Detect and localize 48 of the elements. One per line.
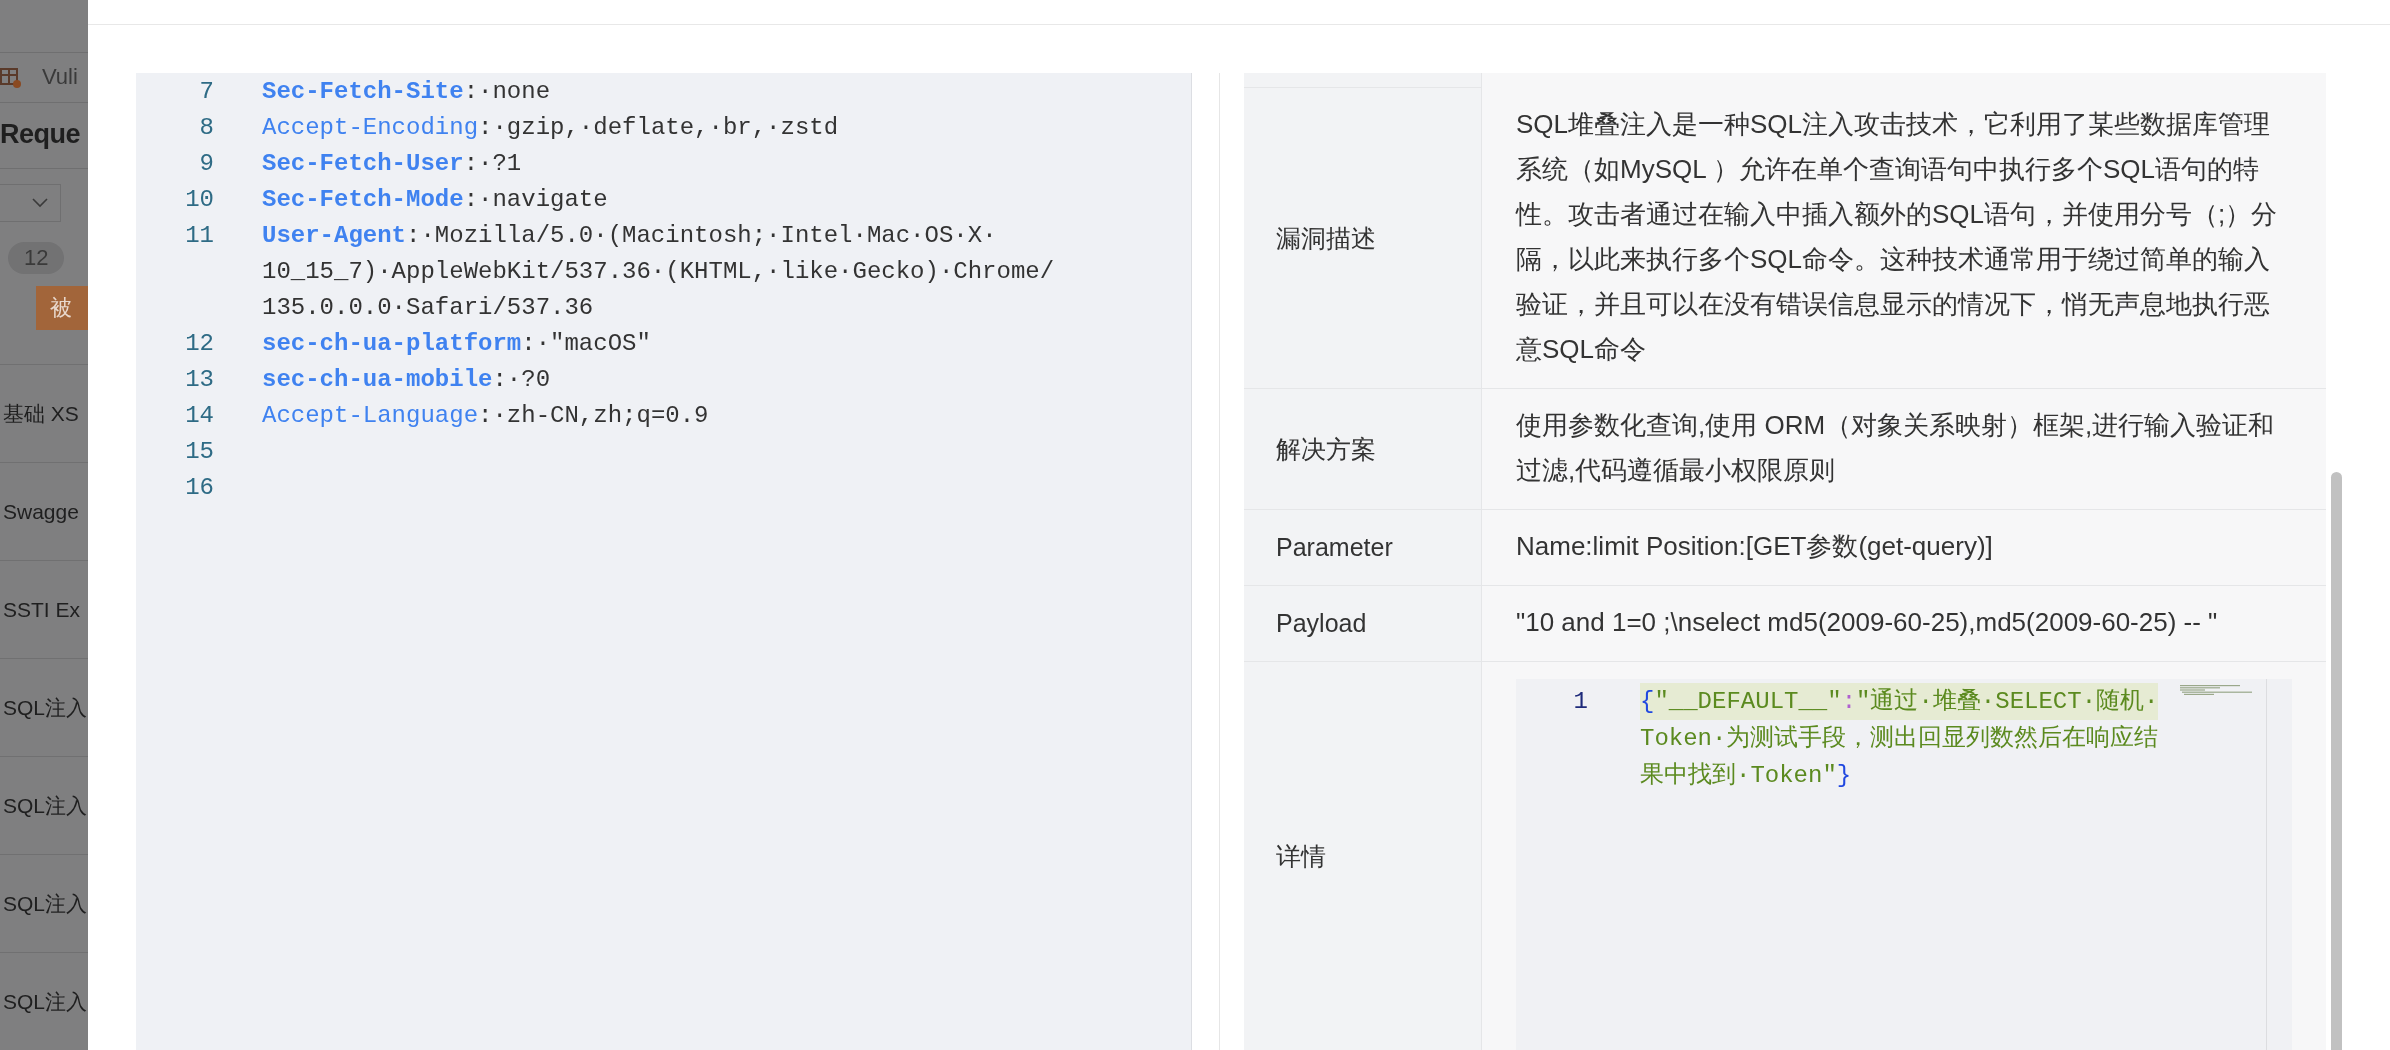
code-line: Accept-Language:·zh-CN,zh;q=0.9 [262, 401, 709, 429]
row-label: 解决方案 [1276, 433, 1376, 465]
row-label: 漏洞描述 [1276, 222, 1376, 254]
line-number: 15 [184, 437, 214, 465]
code-editor[interactable]: 1 {"__DEFAULT__":"通过·堆叠·SELECT·随机· Token·为测试手段，测出回显列数然后在响应结 果中找到·Token"} [1516, 679, 2292, 1050]
code-line: sec-ch-ua-mobile:·?0 [262, 365, 551, 393]
line-number: 16 [184, 473, 214, 501]
table-icon[interactable] [0, 66, 22, 89]
scrollbar[interactable] [2331, 472, 2342, 1050]
row-label: Payload [1276, 609, 1367, 638]
code-editor[interactable] [136, 73, 1192, 1050]
line-number: 13 [184, 365, 214, 393]
list-item[interactable]: Swagge [3, 499, 79, 524]
page-size-select[interactable]: 12 [8, 242, 65, 274]
dropdown[interactable] [0, 183, 61, 222]
line-number: 1 [1572, 687, 1588, 717]
list-item[interactable]: SQL注入 [3, 987, 88, 1016]
tab-button[interactable]: 被 [36, 286, 88, 330]
list-item[interactable]: SQL注入 [3, 889, 88, 918]
line-number: 8 [198, 113, 214, 141]
code-line: Sec-Fetch-User:·?1 [262, 149, 522, 177]
line-number: 10 [184, 185, 214, 213]
row-value: Name:limit Position:[GET参数(get-query)] [1516, 530, 1994, 563]
row-value: SQL堆叠注入是一种SQL注入攻击技术，它利用了某些数据库管理系统（如MySQL ）允许在单个查询语句中执行多个SQL语句的特性。攻击者通过在输入中插入额外的SQL语句，并使用分号（;）分隔，以此来执行多个SQL命令。这种技术通常用于绕过简单的输入验证，并且可以在没有错误信息显示的情况下，悄无声息地执行恶意SQL命令 [1516, 108, 2279, 366]
code-line: Accept-Encoding:·gzip,·deflate,·br,·zstd [262, 113, 839, 141]
row-label: Parameter [1276, 533, 1393, 562]
list-item[interactable]: SQL注入 [3, 791, 88, 820]
row-value: 使用参数化查询,使用 ORM（对象关系映射）框架,进行输入验证和过滤,代码遵循最小权限原则 [1516, 409, 2276, 487]
line-number: 9 [198, 149, 214, 177]
list-item[interactable]: SQL注入 [3, 693, 88, 722]
line-number: 11 [184, 221, 214, 249]
code-line: 10_15_7)·AppleWebKit/537.36·(KHTML,·like·Gecko)·Chrome/ [262, 257, 1055, 285]
code-line: 果中找到·Token"} [1640, 761, 1852, 791]
tab[interactable]: Vuli [42, 64, 78, 91]
line-number: 12 [184, 329, 214, 357]
row-label: 详情 [1276, 840, 1326, 872]
code-line: Token·为测试手段，测出回显列数然后在响应结 [1640, 724, 2159, 754]
code-line: User-Agent:·Mozilla/5.0·(Macintosh;·Intel·Mac·OS·X· [262, 221, 997, 249]
code-line: sec-ch-ua-platform:·"macOS" [262, 329, 651, 357]
row-value: "10 and 1=0 ;\nselect md5(2009-60-25),md5(2009-60-25) -- " [1516, 606, 2219, 639]
chevron-down-icon [32, 197, 48, 208]
list-item[interactable]: 基础 XS [3, 399, 79, 428]
code-line: Sec-Fetch-Site:·none [262, 77, 551, 105]
line-number: 14 [184, 401, 214, 429]
list-item[interactable]: SSTI Ex [3, 597, 81, 622]
line-number: 7 [198, 77, 214, 105]
code-line: 135.0.0.0·Safari/537.36 [262, 293, 594, 321]
code-line: Sec-Fetch-Mode:·navigate [262, 185, 608, 213]
